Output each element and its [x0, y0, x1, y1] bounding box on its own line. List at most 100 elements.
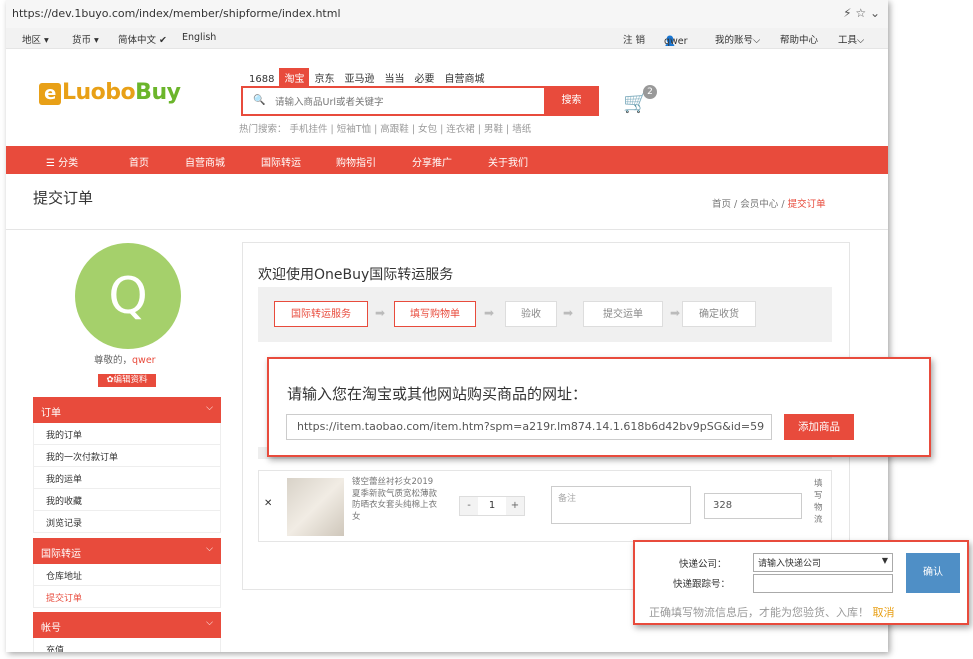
tab-jd[interactable]: 京东: [309, 68, 339, 87]
account-menu[interactable]: 我的账号⌵: [715, 32, 760, 46]
menu-group-label: 订单: [41, 408, 61, 419]
sidebar-item-my-orders[interactable]: 我的订单: [33, 423, 221, 445]
cart-badge: 2: [643, 85, 657, 99]
remove-icon[interactable]: ✕: [264, 498, 272, 509]
search-icon: 🔍: [253, 95, 266, 106]
confirm-button[interactable]: 确认: [906, 553, 960, 593]
sidebar-item-label: 提交订单: [46, 594, 83, 604]
sidebar-item-waybills[interactable]: 我的运单: [33, 467, 221, 489]
lang-zh[interactable]: 简体中文 ✔: [118, 32, 167, 46]
company-select-value: 请输入快递公司: [758, 559, 822, 569]
sidebar-item-label: 我的一次付款订单: [46, 453, 119, 463]
greeting-text: 尊敬的，: [94, 355, 133, 366]
menu-group-label: 帐号: [41, 623, 61, 634]
menu-group-forwarding[interactable]: 国际转运 ⌵: [33, 538, 221, 564]
chevron-down-icon[interactable]: ⌄: [870, 6, 880, 20]
product-title[interactable]: 镂空蕾丝衬衫女2019夏季新款气质宽松薄款防晒衣女套头纯棉上衣女: [352, 477, 438, 523]
logo-text: Luobo: [62, 80, 136, 105]
nav-category[interactable]: ☰ 分类: [46, 154, 78, 169]
cancel-link[interactable]: 取消: [873, 606, 895, 619]
greeting: 尊敬的，qwer: [94, 352, 156, 366]
sidebar-item-favorites[interactable]: 我的收藏: [33, 489, 221, 511]
menu-group-label: 国际转运: [41, 549, 81, 560]
nav-guide[interactable]: 购物指引: [336, 154, 376, 169]
nav-share[interactable]: 分享推广: [412, 154, 452, 169]
url-text[interactable]: https://dev.1buyo.com/index/member/shipf…: [12, 7, 341, 20]
nav-home[interactable]: 首页: [129, 154, 149, 169]
crumb-current: 提交订单: [787, 199, 826, 210]
price-input[interactable]: 328: [704, 493, 802, 519]
arrow-right-icon: ➡: [670, 306, 681, 320]
search-button[interactable]: 搜索: [544, 86, 599, 116]
qty-value[interactable]: 1: [478, 497, 506, 515]
arrow-right-icon: ➡: [563, 306, 574, 320]
qty-minus-button[interactable]: -: [460, 497, 478, 515]
sidebar-item-label: 仓库地址: [46, 572, 83, 582]
sidebar-item-label: 我的收藏: [46, 497, 83, 507]
chevron-down-icon: ⌵: [206, 618, 213, 628]
sidebar-item-submit-order[interactable]: 提交订单: [33, 586, 221, 608]
sidebar-item-recharge[interactable]: 充值: [33, 638, 221, 652]
url-bar[interactable]: https://dev.1buyo.com/index/member/shipf…: [6, 0, 888, 29]
crumb-home[interactable]: 首页: [712, 199, 731, 210]
currency-select[interactable]: 货币 ▾: [72, 32, 99, 46]
url-popup-title: 请输入您在淘宝或其他网站购买商品的网址：: [287, 385, 588, 403]
search-input[interactable]: [273, 93, 537, 111]
tab-1688[interactable]: 1688: [244, 72, 279, 87]
star-icon[interactable]: ☆: [855, 6, 866, 20]
step-5: 确定收货: [682, 301, 756, 327]
crumb-member[interactable]: 会员中心: [740, 199, 778, 210]
chevron-down-icon: ⌵: [206, 544, 213, 554]
top-strip: 地区 ▾ 货币 ▾ 简体中文 ✔ English 注 销 👤 qwer 我的账号…: [6, 28, 888, 49]
region-select[interactable]: 地区 ▾: [22, 32, 49, 46]
avatar: Q: [75, 243, 181, 349]
tab-self[interactable]: 自营商城: [439, 68, 489, 87]
arrow-right-icon: ➡: [375, 306, 386, 320]
tab-biyao[interactable]: 必要: [409, 68, 439, 87]
tab-taobao[interactable]: 淘宝: [279, 68, 310, 87]
nav-about[interactable]: 关于我们: [488, 154, 528, 169]
step-4: 提交运单: [583, 301, 663, 327]
sidebar-item-history[interactable]: 浏览记录: [33, 511, 221, 533]
add-product-button[interactable]: 添加商品: [784, 414, 854, 440]
sidebar-item-label: 浏览记录: [46, 519, 83, 529]
company-select[interactable]: 请输入快递公司 ▼: [753, 553, 893, 572]
sidebar-item-label: 充值: [46, 646, 65, 652]
divider: [6, 229, 888, 230]
hot-words[interactable]: 热门搜索： 手机挂件 | 短袖T恤 | 高跟鞋 | 女包 | 连衣裙 | 男鞋 …: [239, 121, 531, 135]
step-1: 国际转运服务: [274, 301, 368, 327]
sidebar-item-label: 我的运单: [46, 475, 83, 485]
arrow-right-icon: ➡: [484, 306, 495, 320]
lang-en[interactable]: English: [182, 32, 216, 43]
fill-logistics-link[interactable]: 填写物流: [814, 478, 824, 526]
sidebar-item-label: 我的订单: [46, 431, 83, 441]
nav-self-mall[interactable]: 自营商城: [185, 154, 225, 169]
logo[interactable]: e LuoboBuy: [39, 80, 181, 105]
sidebar-item-one-payment[interactable]: 我的一次付款订单: [33, 445, 221, 467]
logout-link[interactable]: 注 销: [623, 32, 645, 46]
edit-profile-button[interactable]: ✿编辑资料: [98, 374, 156, 387]
note-textarea[interactable]: 备注: [551, 486, 691, 524]
tools-menu[interactable]: 工具⌵: [838, 32, 864, 46]
hint-text: 正确填写物流信息后，才能为您验货、入库！: [649, 606, 869, 619]
browser-icons: ⚡ ☆ ⌄: [843, 6, 880, 20]
bolt-icon[interactable]: ⚡: [843, 6, 851, 20]
nav-forwarding[interactable]: 国际转运: [261, 154, 301, 169]
sidebar-item-warehouse[interactable]: 仓库地址: [33, 564, 221, 586]
help-link[interactable]: 帮助中心: [780, 32, 818, 46]
menu-group-orders[interactable]: 订单 ⌵: [33, 397, 221, 423]
qty-plus-button[interactable]: +: [506, 497, 524, 515]
step-2: 填写购物单: [394, 301, 476, 327]
tracking-input[interactable]: [753, 574, 893, 593]
crumb-sep: /: [781, 199, 785, 210]
product-url-input[interactable]: https://item.taobao.com/item.htm?spm=a21…: [286, 414, 772, 440]
logo-buy: Buy: [135, 80, 181, 105]
quantity-stepper: - 1 +: [459, 496, 525, 516]
url-popup: 请输入您在淘宝或其他网站购买商品的网址： https://item.taobao…: [267, 357, 931, 457]
step-3: 验收: [505, 301, 557, 327]
menu-group-account[interactable]: 帐号 ⌵: [33, 612, 221, 638]
tab-dangdang[interactable]: 当当: [379, 68, 409, 87]
chevron-down-icon: ⌵: [206, 403, 213, 413]
shipping-hint: 正确填写物流信息后，才能为您验货、入库！ 取消: [649, 604, 895, 620]
tab-amazon[interactable]: 亚马逊: [339, 68, 379, 87]
